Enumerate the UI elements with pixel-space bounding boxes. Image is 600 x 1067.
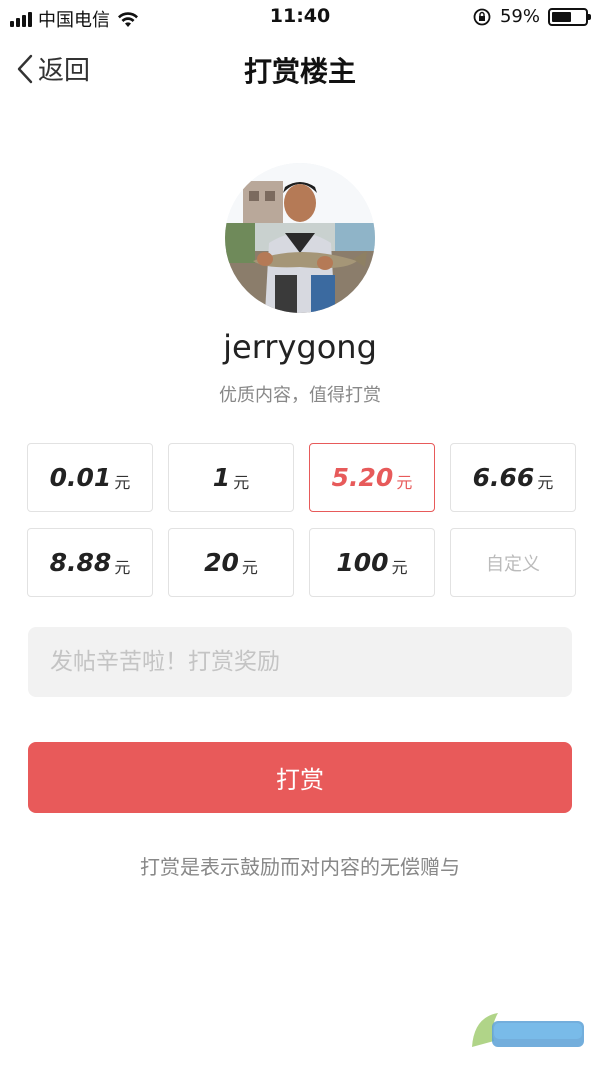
message-box — [28, 627, 572, 697]
status-right: 59% — [472, 6, 591, 27]
amount-value: 20 — [204, 548, 239, 577]
tip-submit-button[interactable]: 打赏 — [28, 742, 572, 813]
amount-grid: 0.01 元 1元 5.20 元 6.66 元 8.88 元 20 元 100 元 自定义 — [27, 443, 576, 597]
amount-unit: 元 — [241, 557, 258, 577]
amount-value: 8.88 — [49, 548, 112, 577]
nav-bar: 返回 打赏楼主 — [0, 34, 600, 102]
username: jerrygong — [223, 328, 377, 366]
amount-unit: 元 — [114, 472, 131, 492]
watermark-logo-icon — [472, 1013, 584, 1047]
amount-value: 0.01 — [49, 463, 112, 492]
watermark-logo — [468, 1007, 588, 1053]
custom-amount-button[interactable]: 自定义 — [450, 528, 576, 597]
rotation-lock-icon — [473, 8, 491, 25]
amount-unit: 元 — [114, 557, 131, 577]
custom-amount-label: 自定义 — [486, 553, 540, 575]
amount-unit: 元 — [391, 557, 408, 577]
amount-value: 6.66 — [472, 463, 535, 492]
amount-option[interactable]: 5.20 元 — [309, 443, 435, 512]
message-input[interactable] — [28, 627, 572, 697]
amount-unit: 元 — [537, 472, 554, 492]
profile-subtitle: 优质内容，值得打赏 — [219, 385, 381, 406]
status-bar: 中国电信 11:40 59% — [0, 0, 600, 34]
battery-percent: 59% — [499, 6, 540, 27]
amount-value: 5.20 — [331, 463, 394, 492]
amount-option[interactable]: 0.01 元 — [27, 443, 153, 512]
amount-option[interactable]: 8.88 元 — [27, 528, 153, 597]
amount-unit: 元 — [233, 472, 250, 492]
avatar — [225, 163, 375, 313]
page-title: 打赏楼主 — [243, 55, 356, 88]
amount-option[interactable]: 20 元 — [168, 528, 294, 597]
amount-value: 1 — [212, 463, 231, 492]
amount-value: 100 — [336, 548, 389, 577]
avatar-photo — [225, 163, 375, 313]
amount-option[interactable]: 100 元 — [309, 528, 435, 597]
amount-option[interactable]: 6.66 元 — [450, 443, 576, 512]
amount-unit: 元 — [396, 472, 413, 492]
battery-fill — [552, 11, 571, 22]
amount-option[interactable]: 1元 — [168, 443, 294, 512]
disclaimer-text: 打赏是表示鼓励而对内容的无偿赠与 — [140, 855, 460, 879]
battery-icon — [548, 7, 591, 26]
